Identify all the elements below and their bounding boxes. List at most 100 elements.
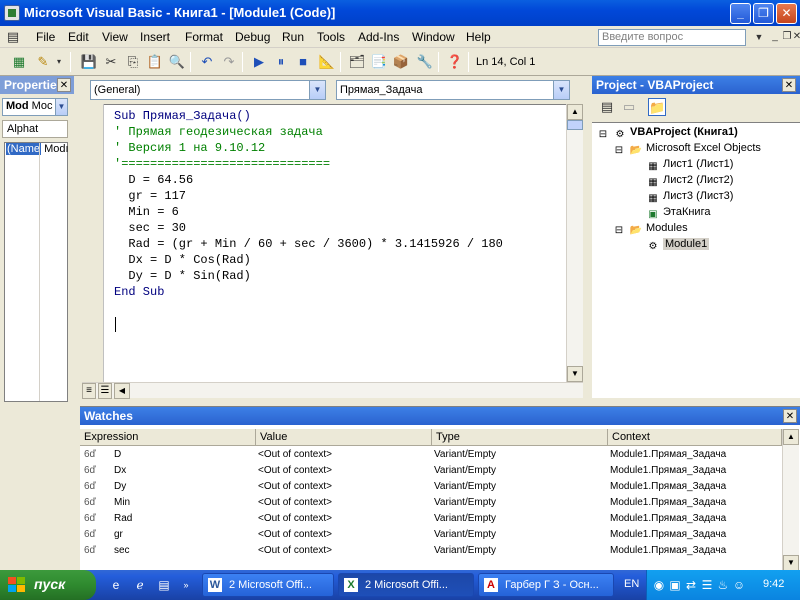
project-close-icon[interactable]: ✕ (782, 78, 796, 92)
project-explorer-icon[interactable]: 🗂 (348, 53, 366, 71)
start-button[interactable]: пуск (0, 570, 96, 600)
scroll-down-icon[interactable]: ▼ (783, 555, 799, 571)
reset-icon[interactable]: ■ (294, 53, 312, 71)
code-line[interactable]: Rad = (gr + Min / 60 + sec / 3600) * 3.1… (114, 237, 502, 251)
minimize-button[interactable]: _ (730, 3, 751, 24)
menu-file[interactable]: File (36, 30, 55, 44)
tab-alphabetic[interactable]: Alphat (2, 120, 68, 138)
quicklaunch-ie-icon[interactable]: e (108, 577, 124, 593)
watches-close-icon[interactable]: ✕ (783, 409, 797, 423)
object-combo[interactable]: (General) ▼ (90, 80, 326, 100)
task-pdf[interactable]: A Гарбер Г З - Осн... (478, 573, 614, 597)
margin-indicator-bar[interactable] (82, 104, 104, 382)
clock[interactable]: 9:42 (763, 578, 784, 590)
code-line[interactable]: Min = 6 (114, 205, 178, 219)
scroll-down-icon[interactable]: ▼ (567, 366, 583, 382)
redo-icon[interactable]: ↷ (220, 53, 238, 71)
watches-header-type[interactable]: Type (432, 429, 608, 446)
watch-row[interactable]: 6ď Rad <Out of context> Variant/Empty Module… (80, 511, 780, 527)
code-line[interactable]: sec = 30 (114, 221, 186, 235)
collapse-icon[interactable]: ⊟ (612, 145, 626, 157)
tree-node-root[interactable]: ⊟ ⚙ VBAProject (Книга1) (596, 126, 738, 141)
scroll-thumb[interactable] (567, 120, 583, 130)
tray-icon[interactable]: ♨ (715, 577, 731, 593)
properties-close-icon[interactable]: ✕ (57, 78, 71, 92)
undo-icon[interactable]: ↶ (198, 53, 216, 71)
design-mode-icon[interactable]: 📐 (318, 53, 336, 71)
tree-node-modules[interactable]: ⊟ 📂 Modules (612, 222, 688, 237)
scroll-up-icon[interactable]: ▲ (783, 429, 799, 445)
menu-addins[interactable]: Add-Ins (358, 30, 399, 44)
copy-icon[interactable]: ⎘ (124, 53, 142, 71)
code-editor[interactable]: Sub Прямая_Задача() ' Прямая геодезическа… (104, 104, 566, 382)
task-excel[interactable]: X 2 Microsoft Offi... (338, 573, 474, 597)
watch-row[interactable]: 6ď Dy <Out of context> Variant/Empty Module1… (80, 479, 780, 495)
collapse-icon[interactable]: ⊟ (612, 225, 626, 237)
chevron-down-icon[interactable]: ▼ (553, 81, 569, 99)
doc-close-icon[interactable]: ✕ (788, 28, 800, 46)
break-icon[interactable]: ⏸ (272, 53, 290, 71)
tree-node-sheet3[interactable]: ▦ Лист3 (Лист3) (646, 190, 733, 205)
code-line[interactable]: ' Прямая геодезическая задача (114, 125, 323, 139)
tree-node-sheet2[interactable]: ▦ Лист2 (Лист2) (646, 174, 733, 189)
watches-scrollbar[interactable]: ▲ ▼ (782, 429, 799, 571)
restore-button[interactable]: ❐ (753, 3, 774, 24)
close-button[interactable]: ✕ (776, 3, 797, 24)
code-line[interactable]: ' Версия 1 на 9.10.12 (114, 141, 265, 155)
quicklaunch-folder-icon[interactable]: ▤ (156, 577, 172, 593)
watch-row[interactable]: 6ď sec <Out of context> Variant/Empty Module… (80, 543, 780, 559)
code-line[interactable]: D = 64.56 (114, 173, 193, 187)
view-object-icon[interactable]: ▭ (620, 98, 638, 116)
toggle-folders-icon[interactable]: 📁 (648, 98, 666, 116)
menu-tools[interactable]: Tools (317, 30, 345, 44)
toolbox-icon[interactable]: 🔧 (416, 53, 434, 71)
property-value[interactable]: Modı (44, 143, 68, 155)
insert-dropdown-icon[interactable]: ▾ (50, 53, 68, 71)
code-vertical-scrollbar[interactable]: ▲ ▼ (566, 104, 583, 382)
code-line[interactable]: gr = 117 (114, 189, 186, 203)
help-search-input[interactable]: Введите вопрос (598, 29, 746, 46)
help-icon[interactable]: ❓ (446, 53, 464, 71)
properties-window-icon[interactable]: 📑 (370, 53, 388, 71)
tree-node-excel-objects[interactable]: ⊟ 📂 Microsoft Excel Objects (612, 142, 761, 157)
tray-icon[interactable]: ☺ (731, 577, 747, 593)
object-browser-icon[interactable]: 📦 (392, 53, 410, 71)
tree-node-thisworkbook[interactable]: ▣ ЭтаКнига (646, 206, 710, 221)
cut-icon[interactable]: ✂ (102, 53, 120, 71)
tree-node-sheet1[interactable]: ▦ Лист1 (Лист1) (646, 158, 733, 173)
menu-view[interactable]: View (102, 30, 128, 44)
find-icon[interactable]: 🔍 (168, 53, 186, 71)
tray-icon[interactable]: ▣ (667, 577, 683, 593)
tray-icon[interactable]: ◉ (651, 577, 667, 593)
save-icon[interactable]: 💾 (80, 53, 98, 71)
run-icon[interactable]: ▶ (250, 53, 268, 71)
project-tree[interactable]: ⊟ ⚙ VBAProject (Книга1) ⊟ 📂 Microsoft Excel … (592, 122, 800, 398)
watches-header-expression[interactable]: Expression (80, 429, 256, 446)
chevron-down-icon[interactable]: ▼ (55, 99, 67, 115)
menu-help[interactable]: Help (466, 30, 491, 44)
watch-row[interactable]: 6ď Min <Out of context> Variant/Empty Module… (80, 495, 780, 511)
menu-insert[interactable]: Insert (140, 30, 170, 44)
code-line[interactable]: Sub Прямая_Задача() (114, 109, 251, 123)
watches-header-context[interactable]: Context (608, 429, 782, 446)
scroll-up-icon[interactable]: ▲ (567, 104, 583, 120)
tray-icon[interactable]: ☰ (699, 577, 715, 593)
watch-row[interactable]: 6ď gr <Out of context> Variant/Empty Module1… (80, 527, 780, 543)
menu-debug[interactable]: Debug (235, 30, 270, 44)
paste-icon[interactable]: 📋 (146, 53, 164, 71)
quicklaunch-ie-icon[interactable]: ℯ (132, 577, 148, 593)
vba-app-icon[interactable] (4, 5, 20, 21)
scroll-left-icon[interactable]: ◀ (114, 383, 130, 399)
menu-run[interactable]: Run (282, 30, 304, 44)
properties-row[interactable]: (Name Modı (6, 143, 68, 159)
tray-icon[interactable]: ⇄ (683, 577, 699, 593)
code-line[interactable]: Dx = D * Cos(Rad) (114, 253, 250, 267)
menu-edit[interactable]: Edit (68, 30, 89, 44)
watch-row[interactable]: 6ď D <Out of context> Variant/Empty Module1.… (80, 447, 780, 463)
title-bar[interactable]: Microsoft Visual Basic - Книга1 - [Modul… (0, 0, 800, 26)
vba-doc-icon[interactable]: ▤ (4, 28, 22, 46)
procedure-combo[interactable]: Прямая_Задача ▼ (336, 80, 570, 100)
language-indicator[interactable]: EN (624, 578, 639, 590)
code-line[interactable]: Dy = D * Sin(Rad) (114, 269, 250, 283)
code-line[interactable]: End Sub (114, 285, 164, 299)
